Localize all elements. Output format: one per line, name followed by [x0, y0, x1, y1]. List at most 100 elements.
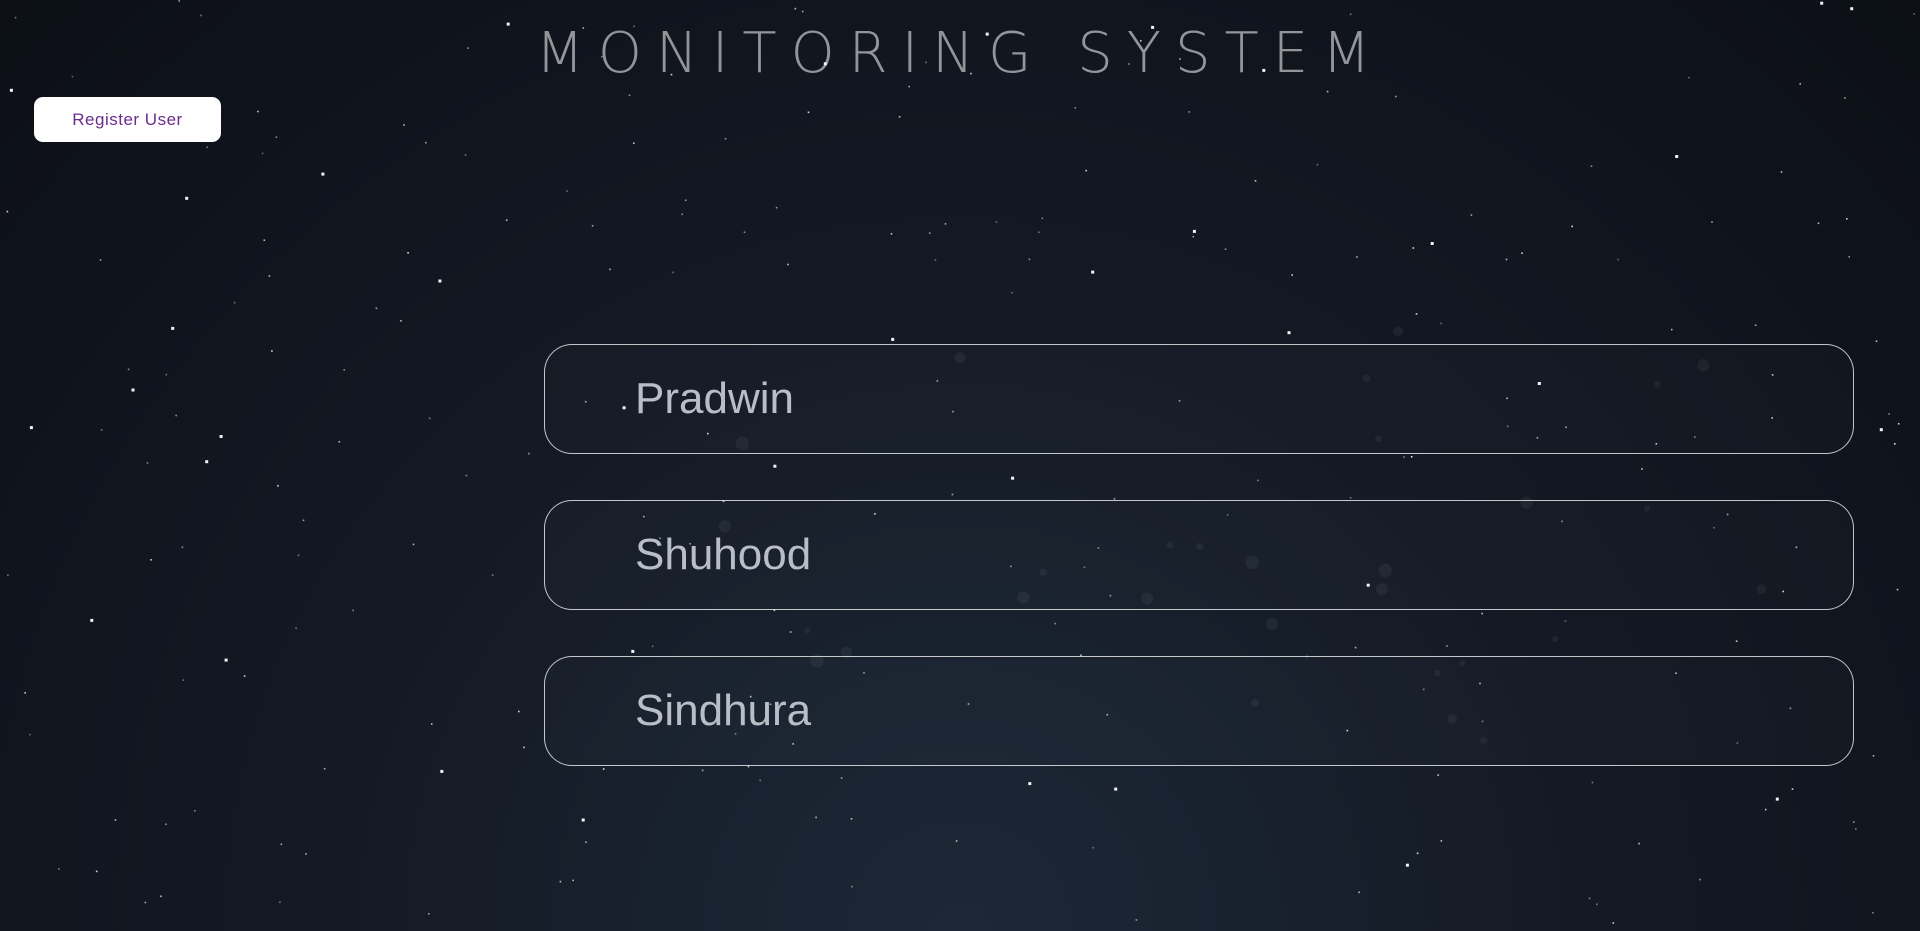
- star: [280, 843, 283, 846]
- star: [815, 816, 817, 819]
- star: [95, 870, 98, 873]
- star: [581, 818, 585, 822]
- star: [681, 213, 683, 216]
- star: [200, 14, 202, 17]
- star: [261, 152, 264, 155]
- star: [794, 7, 797, 10]
- star: [1092, 846, 1094, 849]
- star: [279, 901, 281, 904]
- page-title: MONITORING SYSTEM: [535, 21, 1385, 86]
- star: [295, 627, 297, 630]
- star: [1011, 291, 1013, 294]
- star: [609, 268, 611, 271]
- star: [275, 136, 278, 138]
- star: [1846, 218, 1848, 220]
- star: [181, 546, 184, 549]
- star: [338, 441, 341, 443]
- star: [591, 225, 594, 227]
- register-user-button[interactable]: Register User: [34, 97, 221, 142]
- star: [144, 901, 147, 904]
- star: [1358, 891, 1360, 894]
- star: [1670, 328, 1673, 331]
- star: [297, 554, 300, 557]
- star: [1326, 90, 1329, 93]
- star: [1416, 852, 1419, 855]
- star: [1894, 443, 1896, 445]
- star: [1913, 13, 1915, 15]
- star: [1349, 13, 1352, 16]
- star: [1470, 214, 1473, 216]
- star: [1820, 1, 1824, 5]
- blur-dot: [1393, 326, 1404, 337]
- star: [1038, 231, 1040, 234]
- user-card-shuhood[interactable]: Shuhood: [544, 500, 1854, 610]
- star: [412, 543, 415, 546]
- star: [29, 733, 31, 736]
- star: [851, 885, 853, 888]
- star: [1571, 225, 1573, 228]
- star: [743, 231, 746, 233]
- star: [150, 559, 152, 561]
- star: [1395, 95, 1397, 98]
- user-name: Sindhura: [635, 686, 812, 735]
- star: [1188, 111, 1190, 113]
- star: [934, 259, 937, 261]
- star: [1875, 340, 1878, 342]
- star: [1505, 258, 1508, 261]
- star: [1711, 221, 1713, 223]
- star: [224, 658, 228, 662]
- star: [944, 223, 947, 225]
- star: [528, 452, 530, 455]
- star: [559, 880, 562, 883]
- star: [277, 485, 279, 487]
- star: [182, 679, 185, 681]
- star: [995, 221, 998, 223]
- star: [1612, 922, 1615, 924]
- star: [801, 10, 804, 13]
- star: [1817, 222, 1820, 225]
- star: [807, 111, 810, 114]
- star: [1412, 247, 1415, 249]
- star: [1192, 235, 1195, 238]
- star: [233, 301, 236, 304]
- star: [724, 137, 727, 140]
- star: [58, 868, 60, 870]
- star: [175, 414, 177, 417]
- star: [1852, 821, 1855, 823]
- star: [268, 275, 271, 277]
- star: [1872, 755, 1875, 757]
- star: [263, 239, 266, 241]
- star: [633, 142, 635, 144]
- star: [787, 263, 789, 266]
- star: [29, 426, 33, 430]
- star: [206, 146, 208, 149]
- star: [146, 462, 149, 464]
- star: [1888, 413, 1890, 415]
- star: [1872, 911, 1874, 914]
- user-name: Pradwin: [635, 374, 794, 423]
- star: [1356, 256, 1358, 258]
- star: [1780, 171, 1783, 173]
- star: [343, 369, 345, 371]
- star: [99, 259, 102, 261]
- star: [491, 574, 494, 576]
- star: [178, 0, 180, 2]
- star: [1855, 828, 1857, 830]
- star: [1588, 897, 1591, 900]
- user-card-sindhura[interactable]: Sindhura: [544, 656, 1854, 766]
- star: [1844, 97, 1846, 99]
- star: [323, 767, 326, 770]
- star: [375, 307, 378, 310]
- star: [6, 210, 9, 213]
- user-list: Pradwin Shuhood Sindhura: [544, 344, 1854, 812]
- star: [160, 895, 162, 898]
- star: [1675, 155, 1679, 158]
- star: [1897, 423, 1900, 425]
- star: [1596, 903, 1598, 906]
- star: [1699, 878, 1701, 881]
- star: [302, 519, 305, 522]
- star: [1440, 322, 1442, 325]
- user-card-pradwin[interactable]: Pradwin: [544, 344, 1854, 454]
- star: [775, 206, 778, 209]
- star: [194, 810, 196, 812]
